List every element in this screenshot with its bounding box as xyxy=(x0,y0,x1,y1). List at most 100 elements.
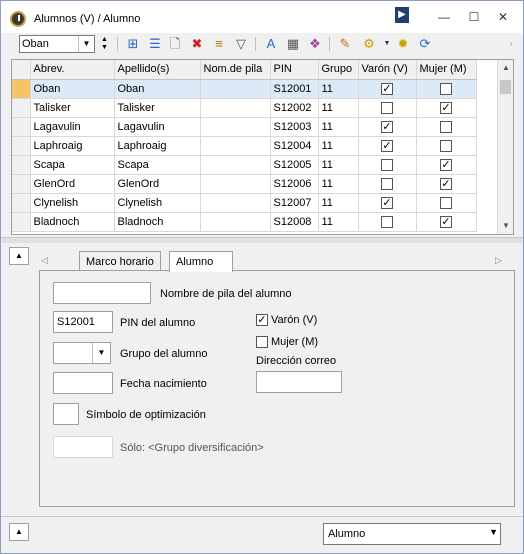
scroll-down-icon[interactable]: ▼ xyxy=(498,218,513,234)
table-cell[interactable]: S12003 xyxy=(270,117,319,137)
refresh-icon[interactable]: ⟳ xyxy=(417,36,433,52)
splitter[interactable] xyxy=(1,237,523,243)
collapse-up-button[interactable]: ▲ xyxy=(9,247,29,265)
table-row[interactable]: Talisker Talisker S12002 11 ✓ xyxy=(12,98,477,118)
varon-checkbox[interactable] xyxy=(381,177,393,190)
pin-field[interactable]: S12001 xyxy=(53,311,113,333)
grid-rows-icon[interactable]: ☰ xyxy=(147,36,163,52)
column-header[interactable]: Mujer (M) xyxy=(416,60,477,80)
column-header[interactable]: Apellido(s) xyxy=(114,60,201,80)
table-cell[interactable]: S12001 xyxy=(270,79,319,99)
sort-icon[interactable]: ≡ xyxy=(211,36,227,52)
vertical-scrollbar[interactable]: ▲ ▼ xyxy=(497,60,513,234)
row-indicator[interactable] xyxy=(12,79,31,99)
row-indicator[interactable] xyxy=(12,174,31,194)
table-cell[interactable]: Laphroaig xyxy=(114,136,201,156)
simbolo-field[interactable] xyxy=(53,403,79,425)
table-cell[interactable] xyxy=(200,98,271,118)
column-header[interactable]: Grupo xyxy=(318,60,359,80)
fields-icon[interactable]: ▦ xyxy=(285,36,301,52)
settings-icon[interactable]: ✎ xyxy=(337,36,353,52)
table-cell[interactable]: Oban xyxy=(30,79,115,99)
varon-checkbox[interactable]: ✓ xyxy=(381,139,393,152)
table-cell[interactable]: 11 xyxy=(318,117,359,137)
maximize-button[interactable]: ☐ xyxy=(466,9,482,25)
table-cell[interactable]: Bladnoch xyxy=(30,212,115,232)
delete-icon[interactable]: ✖ xyxy=(189,36,205,52)
close-button[interactable]: ✕ xyxy=(495,9,511,25)
scroll-thumb[interactable] xyxy=(500,80,511,94)
mujer-checkbox[interactable]: ✓ xyxy=(440,177,452,190)
table-cell[interactable]: Talisker xyxy=(114,98,201,118)
tab-marco-horario[interactable]: Marco horario xyxy=(79,251,161,271)
table-cell[interactable]: S12004 xyxy=(270,136,319,156)
varon-checkbox[interactable]: ✓ xyxy=(381,82,393,95)
table-cell[interactable]: S12002 xyxy=(270,98,319,118)
mujer-checkbox[interactable]: ✓ xyxy=(440,101,452,114)
table-cell[interactable]: S12006 xyxy=(270,174,319,194)
table-cell[interactable] xyxy=(200,193,271,213)
column-header[interactable]: PIN xyxy=(270,60,319,80)
varon-checkbox[interactable] xyxy=(381,101,393,114)
nombre-field[interactable] xyxy=(53,282,151,304)
row-indicator[interactable] xyxy=(12,193,31,213)
mujer-checkbox[interactable]: ✓ xyxy=(440,215,452,228)
table-row[interactable]: Clynelish Clynelish S12007 11 ✓ xyxy=(12,193,477,213)
table-cell[interactable] xyxy=(200,174,271,194)
mujer-checkbox[interactable] xyxy=(440,139,452,152)
chevron-down-icon[interactable]: ▼ xyxy=(379,36,395,52)
column-header[interactable]: Nom.de pila xyxy=(200,60,271,80)
correo-field[interactable] xyxy=(256,371,342,393)
element-selector[interactable]: Oban ▼ xyxy=(19,35,95,53)
table-cell[interactable] xyxy=(200,117,271,137)
tab-scroll-left-icon[interactable]: ◁ xyxy=(41,255,48,266)
varon-checkbox[interactable]: ✓ xyxy=(381,120,393,133)
table-cell[interactable]: Lagavulin xyxy=(114,117,201,137)
table-cell[interactable]: 11 xyxy=(318,212,359,232)
varon-checkbox[interactable]: ✓ xyxy=(256,314,268,326)
new-icon[interactable]: 🗋 xyxy=(167,36,183,52)
table-cell[interactable]: Scapa xyxy=(114,155,201,175)
table-cell[interactable] xyxy=(200,212,271,232)
mujer-checkbox[interactable]: ✓ xyxy=(440,158,452,171)
table-cell[interactable]: S12008 xyxy=(270,212,319,232)
fecha-field[interactable] xyxy=(53,372,113,394)
table-cell[interactable]: 11 xyxy=(318,79,359,99)
row-indicator[interactable] xyxy=(12,212,31,232)
table-row[interactable]: GlenOrd GlenOrd S12006 11 ✓ xyxy=(12,174,477,194)
table-cell[interactable]: 11 xyxy=(318,98,359,118)
table-row[interactable]: Bladnoch Bladnoch S12008 11 ✓ xyxy=(12,212,477,232)
table-cell[interactable]: Oban xyxy=(114,79,201,99)
filter-icon[interactable]: ▽ xyxy=(233,36,249,52)
row-indicator[interactable] xyxy=(12,136,31,156)
table-cell[interactable]: 11 xyxy=(318,136,359,156)
gear-icon[interactable]: ✹ xyxy=(395,36,411,52)
varon-checkbox[interactable] xyxy=(381,215,393,228)
grid-add-icon[interactable]: ⊞ xyxy=(125,36,141,52)
table-cell[interactable]: Talisker xyxy=(30,98,115,118)
row-indicator[interactable] xyxy=(12,155,31,175)
table-cell[interactable] xyxy=(200,136,271,156)
font-icon[interactable]: A xyxy=(263,36,279,52)
tab-scroll-right-icon[interactable]: ▷ xyxy=(495,255,502,266)
table-cell[interactable]: GlenOrd xyxy=(114,174,201,194)
scroll-up-icon[interactable]: ▲ xyxy=(498,60,513,76)
column-header[interactable]: Abrev. xyxy=(30,60,115,80)
row-indicator[interactable] xyxy=(12,117,31,137)
table-cell[interactable]: Bladnoch xyxy=(114,212,201,232)
table-cell[interactable]: 11 xyxy=(318,174,359,194)
chevron-down-icon[interactable]: ▼ xyxy=(489,527,498,537)
minimize-button[interactable]: — xyxy=(436,9,452,25)
table-row[interactable]: Laphroaig Laphroaig S12004 11 ✓ xyxy=(12,136,477,156)
view-select[interactable]: Alumno ▼ xyxy=(323,523,501,545)
table-cell[interactable]: S12007 xyxy=(270,193,319,213)
column-header[interactable]: Varón (V) xyxy=(358,60,417,80)
table-cell[interactable]: Clynelish xyxy=(114,193,201,213)
table-cell[interactable]: Scapa xyxy=(30,155,115,175)
spinner-icon[interactable]: ▲ ▼ xyxy=(101,36,109,52)
tab-alumno[interactable]: Alumno xyxy=(169,251,233,272)
table-row[interactable]: Oban Oban S12001 11 ✓ xyxy=(12,79,477,99)
table-cell[interactable] xyxy=(200,79,271,99)
varon-checkbox[interactable] xyxy=(381,158,393,171)
table-cell[interactable]: GlenOrd xyxy=(30,174,115,194)
